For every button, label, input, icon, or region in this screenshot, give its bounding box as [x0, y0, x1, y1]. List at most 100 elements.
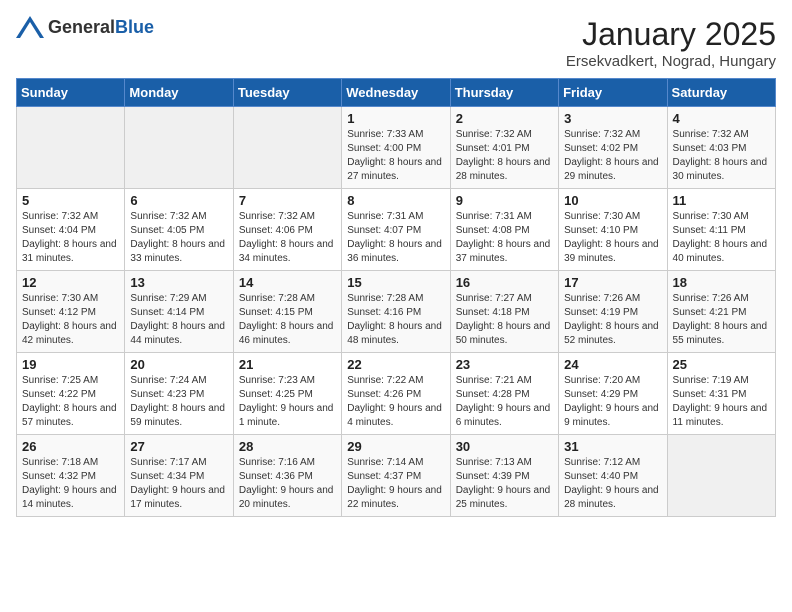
day-number: 7: [239, 193, 336, 208]
calendar-week-row: 1 Sunrise: 7:33 AM Sunset: 4:00 PM Dayli…: [17, 107, 776, 189]
day-number: 22: [347, 357, 444, 372]
calendar-cell: 3 Sunrise: 7:32 AM Sunset: 4:02 PM Dayli…: [559, 107, 667, 189]
sunrise-text: Sunrise: 7:27 AM: [456, 293, 532, 304]
daylight-text: Daylight: 8 hours and 59 minutes.: [130, 403, 225, 428]
day-number: 3: [564, 111, 661, 126]
calendar-cell: 31 Sunrise: 7:12 AM Sunset: 4:40 PM Dayl…: [559, 435, 667, 517]
daylight-text: Daylight: 9 hours and 6 minutes.: [456, 403, 551, 428]
sunset-text: Sunset: 4:15 PM: [239, 307, 313, 318]
calendar-cell: 16 Sunrise: 7:27 AM Sunset: 4:18 PM Dayl…: [450, 271, 558, 353]
weekday-header-monday: Monday: [125, 79, 233, 107]
sunrise-text: Sunrise: 7:22 AM: [347, 375, 423, 386]
sunset-text: Sunset: 4:16 PM: [347, 307, 421, 318]
day-info: Sunrise: 7:21 AM Sunset: 4:28 PM Dayligh…: [456, 374, 553, 430]
day-number: 31: [564, 439, 661, 454]
calendar-week-row: 12 Sunrise: 7:30 AM Sunset: 4:12 PM Dayl…: [17, 271, 776, 353]
calendar-subtitle: Ersekvadkert, Nograd, Hungary: [566, 53, 776, 70]
day-info: Sunrise: 7:33 AM Sunset: 4:00 PM Dayligh…: [347, 128, 444, 184]
sunrise-text: Sunrise: 7:31 AM: [456, 211, 532, 222]
day-number: 13: [130, 275, 227, 290]
calendar-cell: [667, 435, 775, 517]
day-info: Sunrise: 7:29 AM Sunset: 4:14 PM Dayligh…: [130, 292, 227, 348]
sunrise-text: Sunrise: 7:33 AM: [347, 129, 423, 140]
daylight-text: Daylight: 8 hours and 48 minutes.: [347, 321, 442, 346]
day-info: Sunrise: 7:12 AM Sunset: 4:40 PM Dayligh…: [564, 456, 661, 512]
daylight-text: Daylight: 8 hours and 37 minutes.: [456, 239, 551, 264]
calendar-cell: 18 Sunrise: 7:26 AM Sunset: 4:21 PM Dayl…: [667, 271, 775, 353]
day-number: 25: [673, 357, 770, 372]
calendar-cell: 12 Sunrise: 7:30 AM Sunset: 4:12 PM Dayl…: [17, 271, 125, 353]
day-number: 14: [239, 275, 336, 290]
sunset-text: Sunset: 4:23 PM: [130, 389, 204, 400]
day-number: 9: [456, 193, 553, 208]
title-block: January 2025 Ersekvadkert, Nograd, Hunga…: [566, 16, 776, 70]
sunset-text: Sunset: 4:19 PM: [564, 307, 638, 318]
logo-text-general: General: [48, 17, 115, 37]
weekday-header-sunday: Sunday: [17, 79, 125, 107]
day-info: Sunrise: 7:32 AM Sunset: 4:06 PM Dayligh…: [239, 210, 336, 266]
sunset-text: Sunset: 4:00 PM: [347, 143, 421, 154]
daylight-text: Daylight: 9 hours and 14 minutes.: [22, 485, 117, 510]
daylight-text: Daylight: 8 hours and 40 minutes.: [673, 239, 768, 264]
calendar-week-row: 26 Sunrise: 7:18 AM Sunset: 4:32 PM Dayl…: [17, 435, 776, 517]
sunrise-text: Sunrise: 7:32 AM: [239, 211, 315, 222]
sunset-text: Sunset: 4:05 PM: [130, 225, 204, 236]
day-number: 1: [347, 111, 444, 126]
sunrise-text: Sunrise: 7:28 AM: [239, 293, 315, 304]
day-number: 16: [456, 275, 553, 290]
day-number: 24: [564, 357, 661, 372]
sunset-text: Sunset: 4:06 PM: [239, 225, 313, 236]
weekday-header-thursday: Thursday: [450, 79, 558, 107]
daylight-text: Daylight: 9 hours and 22 minutes.: [347, 485, 442, 510]
calendar-week-row: 19 Sunrise: 7:25 AM Sunset: 4:22 PM Dayl…: [17, 353, 776, 435]
daylight-text: Daylight: 9 hours and 11 minutes.: [673, 403, 768, 428]
daylight-text: Daylight: 9 hours and 4 minutes.: [347, 403, 442, 428]
sunset-text: Sunset: 4:37 PM: [347, 471, 421, 482]
sunset-text: Sunset: 4:28 PM: [456, 389, 530, 400]
weekday-header-saturday: Saturday: [667, 79, 775, 107]
daylight-text: Daylight: 9 hours and 17 minutes.: [130, 485, 225, 510]
sunset-text: Sunset: 4:34 PM: [130, 471, 204, 482]
daylight-text: Daylight: 8 hours and 30 minutes.: [673, 157, 768, 182]
calendar-cell: 1 Sunrise: 7:33 AM Sunset: 4:00 PM Dayli…: [342, 107, 450, 189]
sunrise-text: Sunrise: 7:13 AM: [456, 457, 532, 468]
daylight-text: Daylight: 8 hours and 55 minutes.: [673, 321, 768, 346]
calendar-cell: 19 Sunrise: 7:25 AM Sunset: 4:22 PM Dayl…: [17, 353, 125, 435]
sunset-text: Sunset: 4:31 PM: [673, 389, 747, 400]
calendar-cell: 26 Sunrise: 7:18 AM Sunset: 4:32 PM Dayl…: [17, 435, 125, 517]
day-number: 27: [130, 439, 227, 454]
calendar-cell: 21 Sunrise: 7:23 AM Sunset: 4:25 PM Dayl…: [233, 353, 341, 435]
day-number: 10: [564, 193, 661, 208]
sunrise-text: Sunrise: 7:32 AM: [130, 211, 206, 222]
sunrise-text: Sunrise: 7:26 AM: [673, 293, 749, 304]
sunrise-text: Sunrise: 7:32 AM: [673, 129, 749, 140]
day-info: Sunrise: 7:25 AM Sunset: 4:22 PM Dayligh…: [22, 374, 119, 430]
calendar-cell: 10 Sunrise: 7:30 AM Sunset: 4:10 PM Dayl…: [559, 189, 667, 271]
calendar-cell: 6 Sunrise: 7:32 AM Sunset: 4:05 PM Dayli…: [125, 189, 233, 271]
sunrise-text: Sunrise: 7:14 AM: [347, 457, 423, 468]
sunrise-text: Sunrise: 7:30 AM: [22, 293, 98, 304]
logo: GeneralBlue: [16, 16, 154, 38]
day-info: Sunrise: 7:32 AM Sunset: 4:04 PM Dayligh…: [22, 210, 119, 266]
day-info: Sunrise: 7:19 AM Sunset: 4:31 PM Dayligh…: [673, 374, 770, 430]
sunset-text: Sunset: 4:40 PM: [564, 471, 638, 482]
calendar-cell: 28 Sunrise: 7:16 AM Sunset: 4:36 PM Dayl…: [233, 435, 341, 517]
weekday-header-wednesday: Wednesday: [342, 79, 450, 107]
sunrise-text: Sunrise: 7:32 AM: [456, 129, 532, 140]
daylight-text: Daylight: 8 hours and 46 minutes.: [239, 321, 334, 346]
logo-text-blue: Blue: [115, 17, 154, 37]
daylight-text: Daylight: 8 hours and 27 minutes.: [347, 157, 442, 182]
day-number: 19: [22, 357, 119, 372]
sunrise-text: Sunrise: 7:20 AM: [564, 375, 640, 386]
calendar-cell: 13 Sunrise: 7:29 AM Sunset: 4:14 PM Dayl…: [125, 271, 233, 353]
sunrise-text: Sunrise: 7:23 AM: [239, 375, 315, 386]
calendar-cell: 17 Sunrise: 7:26 AM Sunset: 4:19 PM Dayl…: [559, 271, 667, 353]
day-number: 15: [347, 275, 444, 290]
calendar-cell: 9 Sunrise: 7:31 AM Sunset: 4:08 PM Dayli…: [450, 189, 558, 271]
sunset-text: Sunset: 4:29 PM: [564, 389, 638, 400]
sunrise-text: Sunrise: 7:32 AM: [564, 129, 640, 140]
calendar-cell: [17, 107, 125, 189]
day-number: 29: [347, 439, 444, 454]
day-number: 12: [22, 275, 119, 290]
daylight-text: Daylight: 9 hours and 25 minutes.: [456, 485, 551, 510]
